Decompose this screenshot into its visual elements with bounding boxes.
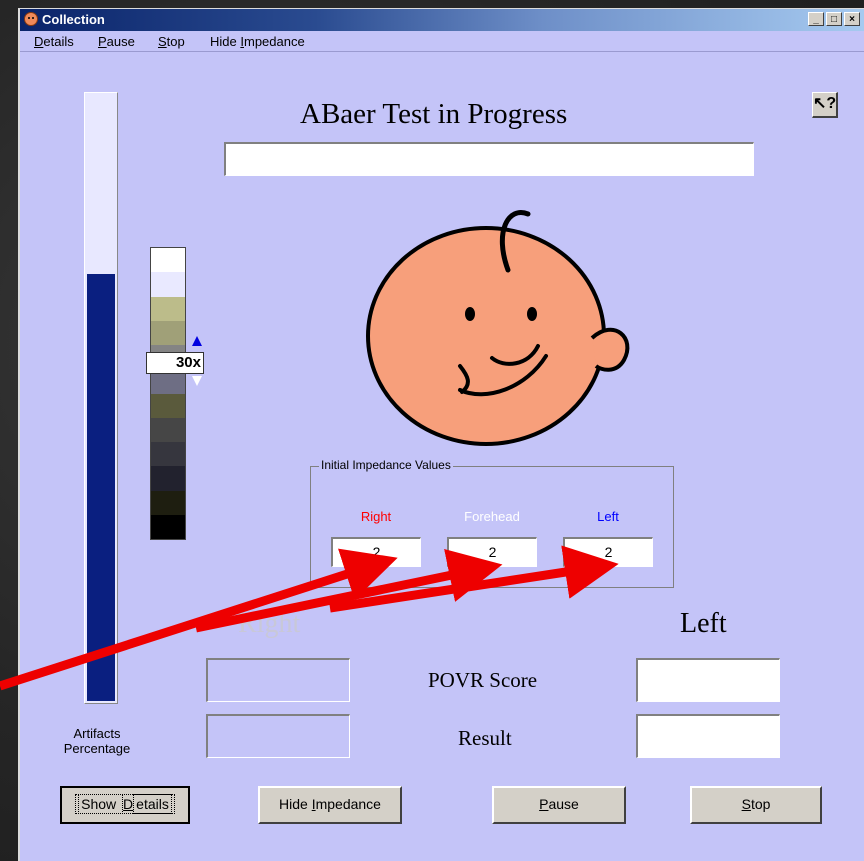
window-title: Collection — [42, 12, 105, 27]
help-cursor-icon[interactable]: ↖? — [812, 92, 838, 118]
content-area: 30x ABaer Test in Progress ↖? Initial Im… — [20, 51, 864, 861]
artifacts-progress-bar — [84, 92, 118, 704]
left-ear-heading: Left — [680, 608, 727, 639]
right-povr-score-field — [206, 658, 350, 702]
status-progress-field — [224, 142, 754, 176]
impedance-right-value: 2 — [331, 537, 421, 567]
color-scale-band — [151, 417, 185, 442]
color-scale-band — [151, 490, 185, 515]
maximize-button[interactable]: □ — [826, 12, 842, 26]
collection-window: Collection _ □ × Details Pause Stop Hide… — [18, 8, 864, 861]
impedance-left-label: Left — [597, 509, 619, 524]
menu-pause[interactable]: Pause — [98, 34, 135, 49]
artifacts-percentage-label: Artifacts Percentage — [63, 726, 131, 756]
impedance-forehead-value: 2 — [447, 537, 537, 567]
stop-button[interactable]: Stop — [690, 786, 822, 824]
color-scale-band — [151, 296, 185, 321]
right-result-field — [206, 714, 350, 758]
color-scale-band — [151, 272, 185, 297]
gain-color-scale — [150, 247, 186, 540]
hide-impedance-button[interactable]: Hide Impedance — [258, 786, 402, 824]
menu-hide-impedance[interactable]: Hide Impedance — [210, 34, 305, 49]
result-label: Result — [458, 726, 512, 750]
pause-button[interactable]: Pause — [492, 786, 626, 824]
minimize-button[interactable]: _ — [808, 12, 824, 26]
scale-down-arrow-icon[interactable] — [192, 376, 202, 386]
left-result-field — [636, 714, 780, 758]
baby-face-icon — [366, 210, 630, 446]
color-scale-band — [151, 248, 185, 273]
povr-score-label: POVR Score — [428, 668, 538, 692]
menu-details[interactable]: Details — [34, 34, 74, 49]
scale-up-arrow-icon[interactable] — [192, 336, 202, 346]
groupbox-title: Initial Impedance Values — [319, 458, 453, 472]
impedance-left-value: 2 — [563, 537, 653, 567]
left-povr-score-field — [636, 658, 780, 702]
page-title: ABaer Test in Progress — [300, 98, 568, 130]
color-scale-band — [151, 320, 185, 345]
artifacts-progress-fill — [87, 274, 115, 701]
title-bar[interactable]: Collection _ □ × — [20, 9, 864, 31]
color-scale-band — [151, 442, 185, 467]
show-details-button[interactable]: Show Details — [60, 786, 190, 824]
close-button[interactable]: × — [844, 12, 860, 26]
impedance-right-label: Right — [360, 509, 392, 524]
baby-face-app-icon — [24, 12, 38, 26]
menu-bar: Details Pause Stop Hide Impedance — [20, 31, 864, 51]
impedance-forehead-label: Forehead — [464, 509, 520, 524]
right-ear-heading: Right — [238, 608, 301, 639]
color-scale-band — [151, 393, 185, 418]
color-scale-band — [151, 466, 185, 491]
color-scale-band — [151, 514, 185, 539]
gain-scale-label[interactable]: 30x — [146, 352, 204, 374]
menu-stop[interactable]: Stop — [158, 34, 185, 49]
impedance-groupbox: Initial Impedance Values Right Forehead … — [310, 458, 674, 588]
